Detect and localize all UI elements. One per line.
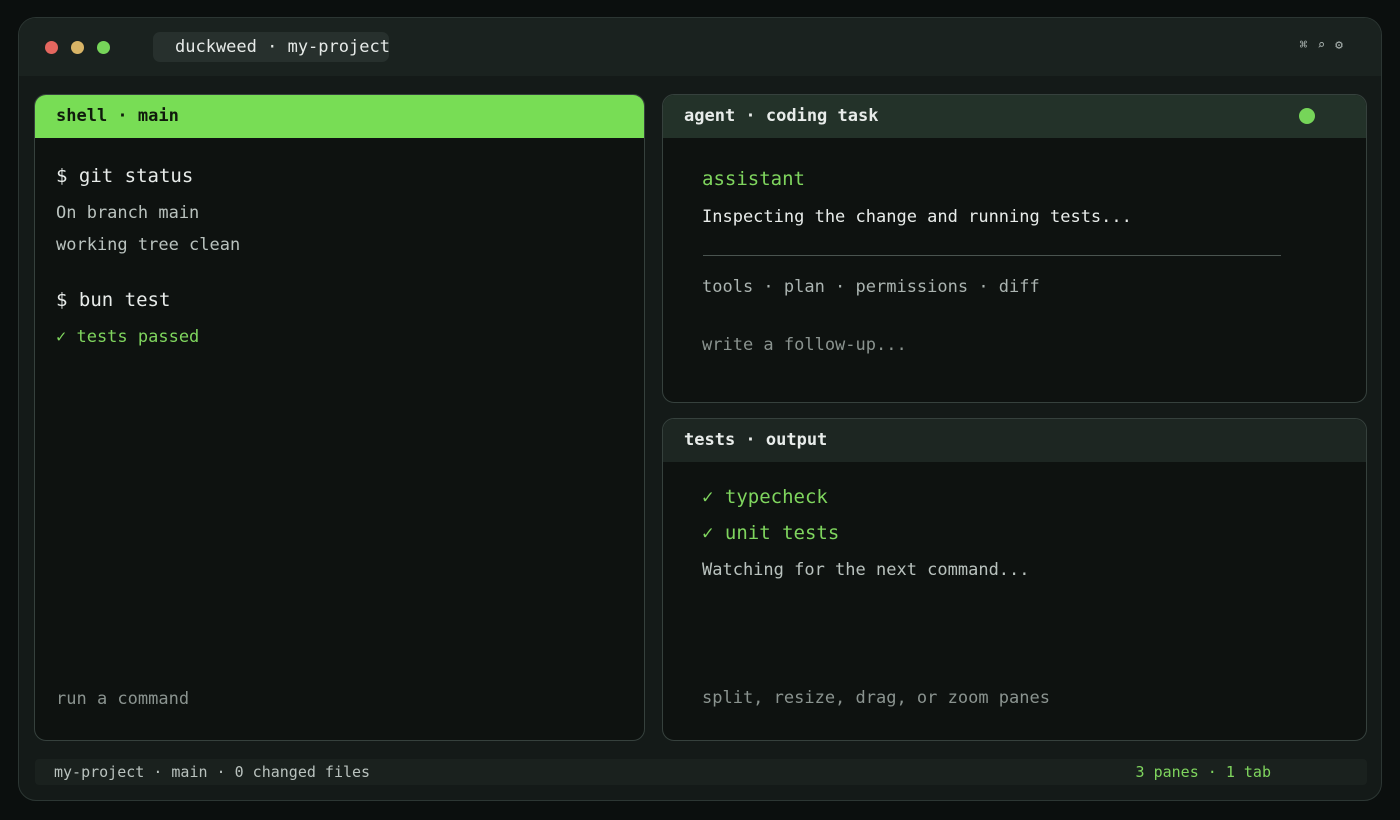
agent-pane-header[interactable]: agent · coding task bbox=[663, 95, 1366, 138]
assistant-message: Inspecting the change and running tests.… bbox=[702, 207, 1132, 227]
shell-command-line: $ git status bbox=[56, 165, 194, 187]
shell-output-line: On branch main bbox=[56, 203, 200, 223]
shell-output-line: working tree clean bbox=[56, 235, 241, 255]
tests-watch-status: Watching for the next command... bbox=[702, 560, 1030, 580]
agent-pane[interactable]: agent · coding task assistant Inspecting… bbox=[662, 94, 1367, 403]
window-title-tab[interactable]: duckweed · my-project bbox=[153, 32, 390, 62]
shell-pane[interactable]: shell · main $ git status On branch main… bbox=[34, 94, 645, 741]
test-result-line: ✓ unit tests bbox=[702, 522, 840, 544]
maximize-window-button[interactable] bbox=[97, 41, 110, 54]
agent-divider bbox=[703, 255, 1281, 256]
title-bar: duckweed · my-project ⌘ ⌕ ⚙ bbox=[19, 18, 1381, 76]
status-bar-project-info: my-project · main · 0 changed files bbox=[54, 763, 371, 781]
status-bar: my-project · main · 0 changed files 3 pa… bbox=[35, 759, 1367, 785]
command-icon[interactable]: ⌘ bbox=[1300, 38, 1308, 53]
agent-status-indicator bbox=[1299, 108, 1315, 124]
test-result-line: ✓ typecheck bbox=[702, 486, 828, 508]
close-window-button[interactable] bbox=[45, 41, 58, 54]
title-bar-icons: ⌘ ⌕ ⚙ bbox=[1300, 38, 1343, 53]
search-icon[interactable]: ⌕ bbox=[1317, 38, 1325, 53]
status-bar-pane-count: 3 panes · 1 tab bbox=[1135, 763, 1271, 781]
minimize-window-button[interactable] bbox=[71, 41, 84, 54]
shell-command-input[interactable]: run a command bbox=[56, 689, 189, 709]
pane-hint-text: split, resize, drag, or zoom panes bbox=[702, 688, 1050, 708]
follow-up-input[interactable]: write a follow-up... bbox=[702, 335, 907, 355]
shell-command-line: $ bun test bbox=[56, 289, 171, 311]
assistant-role-label: assistant bbox=[702, 168, 805, 190]
gear-icon[interactable]: ⚙ bbox=[1335, 38, 1343, 53]
agent-tools-menu[interactable]: tools · plan · permissions · diff bbox=[702, 277, 1040, 297]
tests-pane[interactable]: tests · output ✓ typecheck ✓ unit tests … bbox=[662, 418, 1367, 741]
tests-pane-header[interactable]: tests · output bbox=[663, 419, 1366, 462]
shell-pane-header[interactable]: shell · main bbox=[35, 95, 644, 138]
app-window: duckweed · my-project ⌘ ⌕ ⚙ shell · main… bbox=[18, 17, 1382, 801]
shell-success-line: ✓ tests passed bbox=[56, 327, 200, 347]
